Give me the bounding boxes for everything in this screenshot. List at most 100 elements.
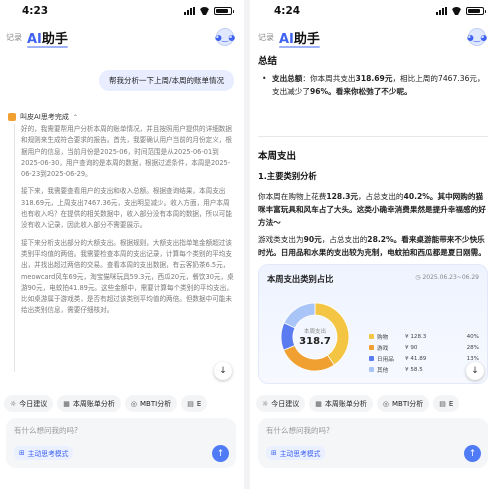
- legend-swatch: [369, 345, 374, 350]
- legend-amount: ¥ 128.3: [405, 333, 427, 340]
- calendar-icon: ▦: [63, 399, 70, 408]
- calendar-icon: ▦: [315, 399, 322, 408]
- lightbulb-icon: ☼: [10, 399, 17, 408]
- screen-divider: [244, 0, 250, 489]
- divider-line: [258, 136, 488, 137]
- summary-title: 总结: [258, 56, 278, 67]
- avatar[interactable]: ◕‿◕: [467, 28, 487, 46]
- wifi-icon: [199, 7, 210, 15]
- pie-slice-其他: [283, 302, 316, 329]
- thinking-label: 叫皮AI思考完成: [20, 113, 69, 121]
- status-time: 4:24: [274, 5, 301, 17]
- avatar[interactable]: ◕‿◕: [215, 28, 235, 46]
- chart-card: 本周支出类别占比 ◷ 2025.06.23~06.29 本周支出 318.7 购…: [258, 264, 488, 384]
- app-title: AI助手: [27, 28, 68, 48]
- summary-item: 支出总额：你本周共支出318.69元，相比上周的7467.36元，支出减少了96…: [262, 72, 488, 98]
- chip-today-advice[interactable]: ☼ 今日建议: [4, 395, 54, 412]
- scroll-down-button[interactable]: ↓: [466, 362, 484, 380]
- chat-input-box: ⊞主动思考模式 ↑: [258, 418, 488, 468]
- thinking-content: 好的，我需要帮用户分析本周的账单情况，并且按照用户提供的详细数据和规则来生成符合…: [14, 124, 234, 372]
- chip-weekly-bill[interactable]: ▦ 本周账单分析: [309, 395, 373, 412]
- chip-weekly-bill[interactable]: ▦ 本周账单分析: [57, 395, 121, 412]
- lightbulb-icon: ☼: [262, 399, 269, 408]
- legend-item: 日用品 ¥ 41.89 13%: [369, 353, 479, 364]
- chart-date: ◷ 2025.06.23~06.29: [415, 274, 479, 281]
- legend-item: 游戏 ¥ 90 28%: [369, 342, 479, 353]
- chart-legend: 购物 ¥ 128.3 40% 游戏 ¥ 90 28% 日用品 ¥ 41.89 13% 其他 ¥ 58…: [369, 331, 479, 375]
- mbti-icon: ◎: [382, 399, 390, 408]
- grid-icon: ⊞: [271, 449, 277, 457]
- thinking-paragraph: 接下来分析支出部分的大额支出。根据规则，大额支出指单笔金额超过该类别平均值的两倍…: [21, 238, 234, 315]
- grid-icon: ⊞: [19, 449, 25, 457]
- battery-icon: [466, 7, 486, 15]
- clock-icon: ◷: [415, 274, 421, 281]
- summary-block: 支出总额：你本周共支出318.69元，相比上周的7467.36元，支出减少了96…: [262, 72, 488, 98]
- legend-swatch: [369, 334, 374, 339]
- send-button[interactable]: ↑: [212, 445, 229, 462]
- legend-label: 日用品: [377, 356, 394, 363]
- arrow-up-icon: ↑: [468, 448, 477, 459]
- app-header: 记录 AI助手 ◕‿◕: [252, 26, 494, 48]
- left-screen: 4:23 记录 AI助手 ◕‿◕ 帮我分析一下上周/本周的账单情况 叫皮AI思考…: [0, 0, 242, 489]
- chat-input[interactable]: [14, 426, 228, 435]
- right-screen: 4:24 记录 AI助手 ◕‿◕ 总结 支出总额：你本周共支出318.69元，相…: [252, 0, 494, 489]
- thinking-paragraph: 好的，我需要帮用户分析本周的账单情况，并且按照用户提供的详细数据和规则来生成符合…: [21, 125, 232, 179]
- think-mode-button[interactable]: ⊞ 主动思考模式: [266, 446, 326, 460]
- status-bar: 4:24: [252, 0, 494, 22]
- legend-swatch: [369, 356, 374, 361]
- status-bar: 4:23: [0, 0, 242, 22]
- battery-icon: [214, 7, 234, 15]
- more-icon: ▤: [439, 399, 446, 408]
- think-mode-button[interactable]: ⊞ 主动思考模式: [14, 446, 74, 460]
- analysis-paragraph: 游戏类支出为90元，占总支出的28.2%。看来桌游能带来不少快乐时光。日用品和水…: [258, 235, 486, 257]
- status-time: 4:23: [22, 5, 49, 17]
- chevron-up-icon: ⌃: [72, 113, 78, 121]
- arrow-down-icon: ↓: [471, 366, 479, 376]
- user-message: 帮我分析一下上周/本周的账单情况: [98, 70, 234, 91]
- suggestion-chips: ☼ 今日建议 ▦ 本周账单分析 ◎ MBTI分析 ▤ E: [256, 395, 494, 412]
- chart-title: 本周支出类别占比: [267, 274, 334, 284]
- arrow-up-icon: ↑: [216, 448, 225, 459]
- legend-item: 其他¥ 58.518%: [369, 364, 479, 375]
- arrow-down-icon: ↓: [219, 366, 227, 376]
- send-button[interactable]: ↑: [464, 445, 481, 462]
- record-link[interactable]: 记录: [258, 32, 274, 43]
- signal-icon: [184, 7, 195, 15]
- legend-label: 游戏: [377, 345, 389, 352]
- suggestion-chips: ☼ 今日建议 ▦ 本周账单分析 ◎ MBTI分析 ▤ E: [4, 395, 242, 412]
- legend-percent: 40%: [466, 333, 479, 340]
- status-icons: [184, 7, 234, 15]
- legend-percent: 28%: [466, 344, 479, 351]
- app-title: AI助手: [279, 28, 320, 48]
- scroll-down-button[interactable]: ↓: [214, 362, 232, 380]
- chip-more[interactable]: ▤ E: [433, 395, 460, 412]
- sub-title: 1.主要类别分析: [258, 171, 317, 181]
- signal-icon: [436, 7, 447, 15]
- record-link[interactable]: 记录: [6, 32, 22, 43]
- wifi-icon: [451, 7, 462, 15]
- section-title: 本周支出: [258, 151, 297, 162]
- more-icon: ▤: [187, 399, 194, 408]
- analysis-paragraph: 你本周在购物上花费128.3元，占总支出的40.2%。其中网购的猫咪丰富玩具和风…: [258, 192, 486, 227]
- thinking-paragraph: 接下来，我需要查看用户的支出和收入总额。根据查询结果，本周支出318.69元，上…: [21, 187, 232, 230]
- legend-amount: ¥ 58.5: [405, 366, 423, 373]
- chart-center-label: 本周支出: [304, 327, 326, 335]
- status-icons: [436, 7, 486, 15]
- thinking-toggle[interactable]: 叫皮AI思考完成 ⌃: [8, 112, 78, 122]
- legend-swatch: [369, 367, 374, 372]
- donut-chart: 本周支出 318.7: [280, 302, 350, 372]
- chip-more[interactable]: ▤ E: [181, 395, 208, 412]
- ai-logo-icon: [8, 113, 16, 121]
- legend-label: 其他: [377, 367, 389, 374]
- chat-input[interactable]: [266, 426, 480, 435]
- pie-slice-游戏: [283, 344, 335, 372]
- legend-item: 购物 ¥ 128.3 40%: [369, 331, 479, 342]
- chart-center-value: 318.7: [299, 336, 331, 347]
- chip-mbti[interactable]: ◎ MBTI分析: [124, 395, 178, 412]
- chip-mbti[interactable]: ◎ MBTI分析: [376, 395, 430, 412]
- legend-percent: 13%: [466, 355, 479, 362]
- mbti-icon: ◎: [130, 399, 138, 408]
- chip-today-advice[interactable]: ☼ 今日建议: [256, 395, 306, 412]
- chat-input-box: ⊞主动思考模式 ↑: [6, 418, 236, 468]
- legend-amount: ¥ 41.89: [405, 355, 427, 362]
